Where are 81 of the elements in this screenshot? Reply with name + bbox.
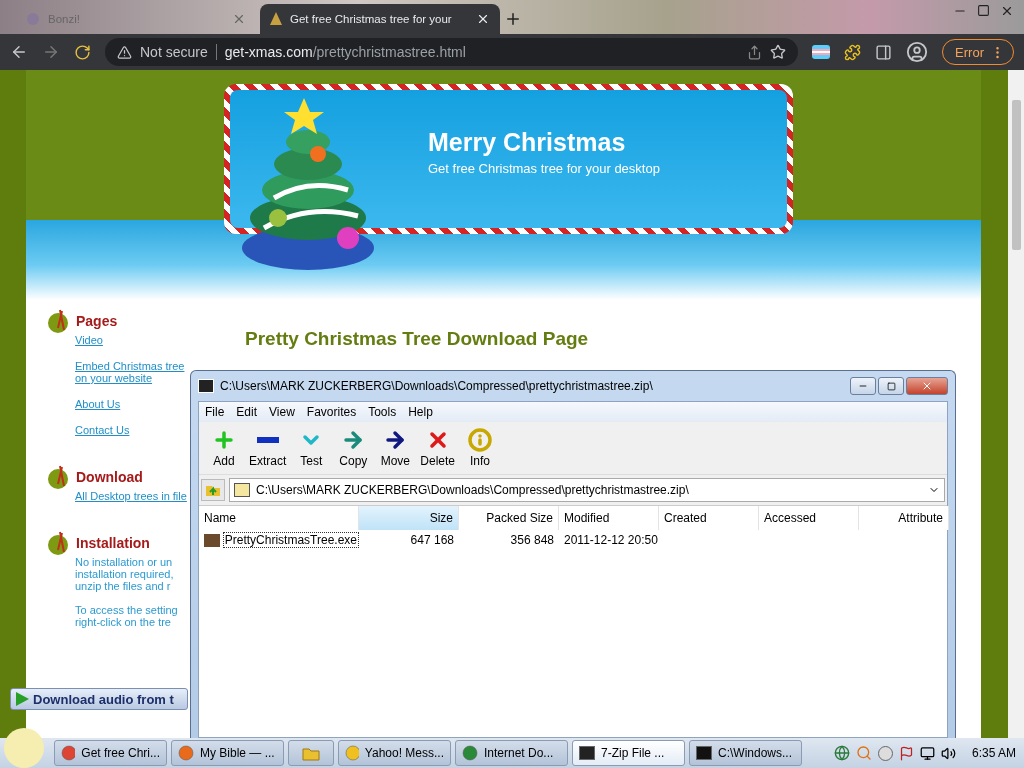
close-button[interactable] [906,377,948,395]
sidebar-link[interactable]: All Desktop trees in file [75,490,190,502]
app-icon [198,379,214,393]
sidebar-link[interactable]: Contact Us [75,424,190,436]
sidebar-link[interactable]: Video [75,334,190,346]
tree-favicon [270,12,282,26]
taskbar-button[interactable]: 7-Zip File ... [572,740,685,766]
page-heading: Pretty Christmas Tree Download Page [245,328,589,350]
executable-icon [204,533,220,547]
browser-tab[interactable]: Get free Christmas tree for your [260,4,500,34]
maximize-icon [886,381,896,391]
menu-item[interactable]: Tools [362,405,403,419]
extension-icon[interactable] [812,45,831,59]
address-bar[interactable]: Not secure get-xmas.com/prettychristmastree.html [105,38,799,66]
table-cell-text: 647 168 [409,533,455,547]
taskbar-button[interactable]: C:\Windows... [689,740,802,766]
profile-icon[interactable] [906,41,929,63]
reload-icon[interactable] [74,43,91,61]
toolbar-button[interactable]: Extract [245,426,291,470]
window-title: C:\Users\MARK ZUCKERBERG\Downloads\Compressed\prettychristmastree.zip\ [220,379,653,393]
forward-icon[interactable] [42,43,60,61]
console-icon [696,746,712,760]
warning-icon [117,44,132,60]
start-button[interactable] [4,728,44,768]
flag-icon[interactable] [898,745,914,761]
info-icon [468,428,493,452]
menu-item[interactable]: Help [402,405,439,419]
folder-icon [302,745,320,761]
folder-up-icon [205,483,221,497]
taskbar-button[interactable]: Get free Chri... [54,740,167,766]
toolbar-button[interactable]: Delete [416,426,460,470]
maximize-button[interactable] [878,377,904,395]
bookmark-star-icon[interactable] [770,44,787,60]
download-audio-button[interactable]: Download audio from t [10,688,188,710]
sidebar-link[interactable]: About Us [75,398,190,410]
path-field[interactable]: C:\Users\MARK ZUCKERBERG\Downloads\Compressed\prettychristmastree.zip\ [229,478,945,502]
section-heading: Installation [76,535,150,551]
toolbar-button[interactable]: Copy [332,426,375,470]
banner-subtitle: Get free Christmas tree for your desktop [428,161,660,176]
url-text: get-xmas.com/prettychristmastree.html [224,44,467,60]
toolbar-button[interactable]: Test [290,426,333,470]
table-cell-text: 2011-12-12 20:50 [563,533,659,547]
back-icon[interactable] [10,43,28,61]
new-tab-icon[interactable] [504,10,522,28]
toolbar-button[interactable]: Info [459,426,502,470]
sidebar-link[interactable]: Embed Christmas tree on your website [75,360,190,384]
taskbar-button[interactable]: Internet Do... [455,740,568,766]
column-header[interactable]: Size [359,506,459,530]
close-icon [921,380,933,392]
taskbar-button[interactable]: Yahoo! Mess... [338,740,451,766]
section-heading: Pages [76,313,118,329]
toolbar-button[interactable]: Add [203,426,245,470]
network-icon[interactable] [919,745,935,761]
add-icon [212,428,236,452]
sidebar-paragraph: To access the setting right-click on the tre [75,604,179,628]
minus-icon [256,437,279,443]
security-label: Not secure [140,44,208,60]
banner-title: Merry Christmas [428,128,627,157]
table-cell-text: 356 848 [509,533,555,547]
close-icon[interactable] [1000,4,1014,18]
menu-item[interactable]: Edit [230,405,264,419]
menu-item[interactable]: View [263,405,301,419]
extensions-icon[interactable] [844,43,862,61]
close-icon[interactable] [476,12,490,26]
menu-item[interactable]: Favorites [300,405,363,419]
volume-icon[interactable] [940,745,956,761]
scrollbar[interactable] [1008,70,1024,738]
search-icon[interactable] [855,745,872,761]
sidebar-paragraph: No installation or un installation required, unzip the files and r [75,556,175,592]
file-name[interactable]: PrettyChristmasTree.exe [222,532,359,548]
side-panel-icon[interactable] [875,43,893,61]
menu-item[interactable]: File [199,405,231,419]
taskbar-button[interactable]: My Bible — ... [171,740,284,766]
restore-icon[interactable] [977,4,990,17]
up-folder-button[interactable] [201,479,225,501]
clock: 6:35 AM [971,746,1016,760]
section-heading: Download [76,469,143,485]
share-icon[interactable] [747,44,763,60]
minimize-button[interactable] [850,377,876,395]
toolbar-button[interactable]: Move [374,426,417,470]
play-icon [15,692,29,706]
